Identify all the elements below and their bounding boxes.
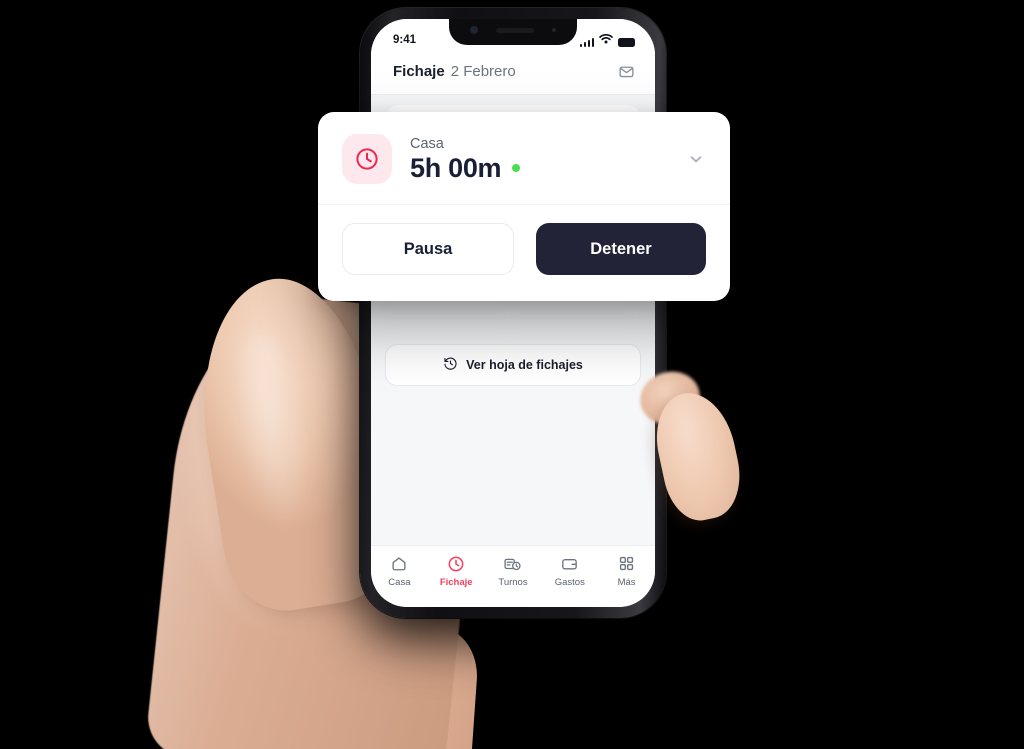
calendar-clock-icon <box>503 554 522 573</box>
envelope-icon[interactable] <box>618 63 635 80</box>
tab-label: Gastos <box>554 577 585 588</box>
header-date: 2 Febrero <box>450 63 516 80</box>
tab-label: Turnos <box>498 577 528 588</box>
scene: 9:41 Fichaje 2 Febrero Ver hoja de ficha… <box>0 0 1024 749</box>
proximity-sensor-icon <box>552 28 556 32</box>
page-title: Fichaje <box>393 63 445 80</box>
cellular-bars-icon <box>579 37 594 47</box>
notch <box>449 19 577 45</box>
tab-mas[interactable]: Más <box>600 554 654 588</box>
tab-casa[interactable]: Casa <box>372 554 426 588</box>
timer-summary[interactable]: Casa 5h 00m <box>318 112 730 204</box>
home-icon <box>390 554 408 573</box>
clock-icon <box>447 554 465 573</box>
wifi-icon <box>599 33 613 47</box>
timer-elapsed-row: 5h 00m <box>410 152 521 184</box>
app-header: Fichaje 2 Febrero <box>371 53 655 95</box>
timer-elapsed: 5h 00m <box>410 152 502 183</box>
front-camera-icon <box>470 26 478 34</box>
status-bar-icons <box>579 33 635 47</box>
tab-turnos[interactable]: Turnos <box>486 554 540 588</box>
view-timesheet-label: Ver hoja de fichajes <box>466 358 583 372</box>
battery-full-icon <box>618 38 635 47</box>
stop-button[interactable]: Detener <box>536 223 706 275</box>
status-badge <box>512 164 521 172</box>
phone-device: 9:41 Fichaje 2 Febrero Ver hoja de ficha… <box>360 8 666 618</box>
status-bar-time: 9:41 <box>393 34 417 46</box>
view-timesheet-button[interactable]: Ver hoja de fichajes <box>385 344 641 386</box>
tab-fichaje[interactable]: Fichaje <box>429 554 483 588</box>
timer-actions: Pausa Detener <box>318 204 730 301</box>
wallet-icon <box>560 554 579 573</box>
timer-location: Casa <box>410 135 444 152</box>
tab-label: Fichaje <box>439 577 473 588</box>
pause-button[interactable]: Pausa <box>342 223 514 275</box>
phone-screen: 9:41 Fichaje 2 Febrero Ver hoja de ficha… <box>371 19 655 607</box>
clock-icon <box>342 134 392 184</box>
bottom-tab-bar: Casa Fichaje Turnos Gastos Más <box>371 545 655 607</box>
grid-icon <box>618 554 635 573</box>
speaker-grille <box>496 27 534 33</box>
tab-label: Casa <box>388 577 411 588</box>
tab-gastos[interactable]: Gastos <box>543 554 597 588</box>
chevron-down-icon[interactable] <box>686 149 706 169</box>
tab-label: Más <box>617 577 636 588</box>
active-timer-card: Casa 5h 00m Pausa Detener <box>318 112 730 301</box>
timer-text: Casa 5h 00m <box>410 135 521 184</box>
clock-rewind-icon <box>443 356 458 374</box>
